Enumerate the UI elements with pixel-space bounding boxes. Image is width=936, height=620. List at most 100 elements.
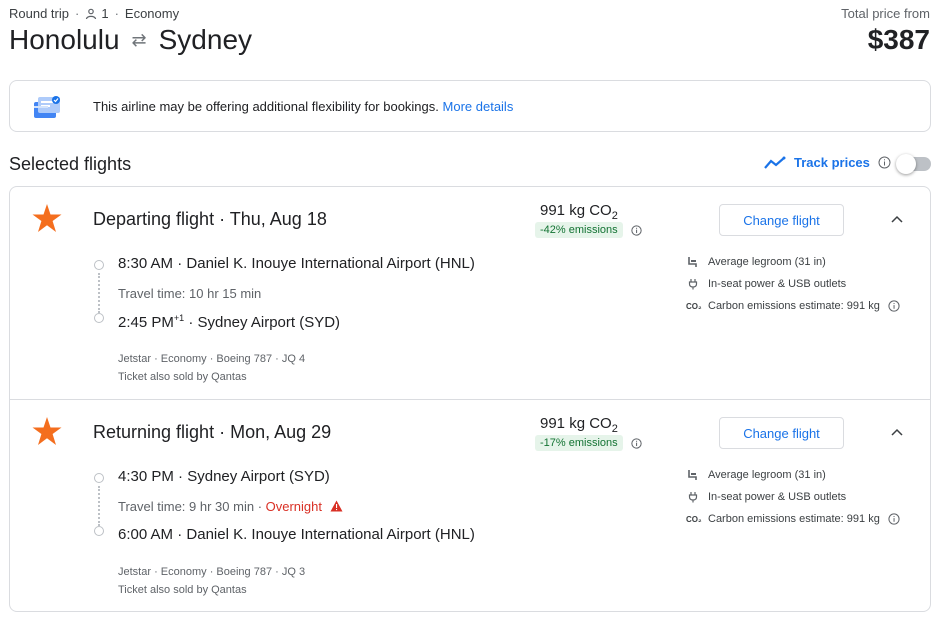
leg-label: Returning flight <box>93 422 215 442</box>
notice-message: This airline may be offering additional … <box>93 99 439 114</box>
emissions-badge: -17% emissions <box>535 435 623 451</box>
arrival-airport: Daniel K. Inouye International Airport (… <box>186 526 475 543</box>
flexibility-notice: This airline may be offering additional … <box>9 80 931 132</box>
emissions-row: -42% emissions <box>535 222 642 238</box>
travel-time: Travel time: 9 hr 30 min · Overnight <box>118 499 343 514</box>
selected-flights-card: Departing flight · Thu, Aug 18 991 kg CO… <box>9 186 931 612</box>
leg-title: Returning flight · Mon, Aug 29 <box>93 422 331 443</box>
leg-label: Departing flight <box>93 209 215 229</box>
cabin-class[interactable]: Economy <box>125 6 179 21</box>
arrival-stop: 6:00 AM · Daniel K. Inouye International… <box>118 526 475 543</box>
passenger-selector[interactable]: 1 <box>85 6 109 21</box>
emissions-badge: -42% emissions <box>535 222 623 238</box>
departure-dot <box>94 473 104 483</box>
amenity-power: In-seat power & USB outlets <box>686 278 846 290</box>
separator-dot: · <box>219 209 230 229</box>
change-flight-button[interactable]: Change flight <box>719 204 844 236</box>
arrival-dot <box>94 313 104 323</box>
arrival-stop: 2:45 PM+1 · Sydney Airport (SYD) <box>118 313 340 331</box>
section-title: Selected flights <box>9 154 132 174</box>
origin-city: Honolulu <box>9 24 120 55</box>
warning-icon <box>330 500 343 512</box>
travel-time-text: Travel time: 10 hr 15 min <box>118 286 262 301</box>
plug-icon <box>688 279 698 290</box>
seat-icon <box>688 257 697 267</box>
legroom-text: Average legroom (31 in) <box>708 469 826 481</box>
amenity-legroom: Average legroom (31 in) <box>686 256 826 268</box>
carbon-text: Carbon emissions estimate: 991 kg <box>708 300 880 312</box>
leg-date: Mon, Aug 29 <box>230 422 332 442</box>
sold-by: Ticket also sold by Qantas <box>118 584 247 596</box>
departure-airport: Sydney Airport (SYD) <box>187 468 330 485</box>
power-text: In-seat power & USB outlets <box>708 278 847 290</box>
leg-title: Departing flight · Thu, Aug 18 <box>93 209 327 230</box>
separator-dot: · <box>177 255 187 272</box>
toggle-knob <box>896 154 916 174</box>
info-icon[interactable] <box>878 156 891 169</box>
trip-type[interactable]: Round trip <box>9 6 69 21</box>
jetstar-star-icon <box>32 417 62 445</box>
arrival-time: 6:00 AM <box>118 526 174 543</box>
co2-value: 991 kg CO2 <box>540 202 618 222</box>
track-prices-label: Track prices <box>794 155 870 170</box>
co2-icon: CO₂ <box>686 301 702 311</box>
booking-flexibility-icon <box>34 96 60 118</box>
chevron-up-icon[interactable] <box>890 213 904 227</box>
trip-summary: Round trip · 1 · Economy <box>9 6 179 21</box>
seat-icon <box>688 470 697 480</box>
person-icon <box>86 8 97 19</box>
carbon-text: Carbon emissions estimate: 991 kg <box>708 513 880 525</box>
info-icon[interactable] <box>630 224 642 236</box>
arrival-dot <box>94 526 104 536</box>
info-icon[interactable] <box>888 513 900 525</box>
trend-line-icon <box>764 156 786 169</box>
departure-dot <box>94 260 104 270</box>
more-details-link[interactable]: More details <box>443 99 514 114</box>
co2-value: 991 kg CO2 <box>540 415 618 435</box>
total-price: $387 <box>867 24 930 55</box>
info-icon[interactable] <box>630 437 642 449</box>
separator-dot: · <box>177 526 187 543</box>
destination-city: Sydney <box>158 24 253 55</box>
co2-text: 991 kg CO <box>540 202 612 219</box>
separator-dot: · <box>114 6 119 21</box>
info-icon[interactable] <box>888 300 900 312</box>
departure-airport: Daniel K. Inouye International Airport (… <box>186 255 475 272</box>
departing-flight: Departing flight · Thu, Aug 18 991 kg CO… <box>10 187 930 399</box>
route-title: Honolulu ⇄ Sydney <box>9 24 252 56</box>
departure-stop: 8:30 AM · Daniel K. Inouye International… <box>118 255 475 272</box>
jetstar-star-icon <box>32 204 62 232</box>
travel-time-text: Travel time: 9 hr 30 min <box>118 499 255 514</box>
timeline-line <box>98 273 100 313</box>
track-prices[interactable]: Track prices <box>764 155 891 170</box>
co2-icon: CO₂ <box>686 514 702 524</box>
timeline-line <box>98 486 100 526</box>
track-prices-toggle[interactable] <box>896 154 931 174</box>
day-offset: +1 <box>173 313 185 323</box>
departure-time: 4:30 PM <box>118 468 174 485</box>
returning-flight: Returning flight · Mon, Aug 29 991 kg CO… <box>10 399 930 611</box>
amenity-carbon: CO₂ Carbon emissions estimate: 991 kg <box>686 513 900 525</box>
amenity-carbon: CO₂ Carbon emissions estimate: 991 kg <box>686 300 900 312</box>
leg-date: Thu, Aug 18 <box>229 209 327 229</box>
departure-stop: 4:30 PM · Sydney Airport (SYD) <box>118 468 330 485</box>
chevron-up-icon[interactable] <box>890 426 904 440</box>
separator-dot: · <box>257 499 266 514</box>
change-flight-button[interactable]: Change flight <box>719 417 844 449</box>
co2-subscript: 2 <box>611 423 618 435</box>
separator-dot: · <box>74 6 80 21</box>
total-price-label: Total price from <box>841 6 930 21</box>
co2-text: 991 kg CO <box>540 415 612 432</box>
separator-dot: · <box>178 468 188 485</box>
arrival-time: 2:45 PM <box>118 314 174 331</box>
power-text: In-seat power & USB outlets <box>708 491 847 503</box>
passenger-count: 1 <box>101 6 109 21</box>
flight-details: Jetstar · Economy · Boeing 787 · JQ 3 <box>118 566 306 578</box>
emissions-row: -17% emissions <box>535 435 642 451</box>
overnight-label: Overnight <box>265 499 323 514</box>
arrival-airport: Sydney Airport (SYD) <box>197 314 341 331</box>
amenity-legroom: Average legroom (31 in) <box>686 469 826 481</box>
amenity-power: In-seat power & USB outlets <box>686 491 846 503</box>
flight-details: Jetstar · Economy · Boeing 787 · JQ 4 <box>118 353 306 365</box>
notice-text: This airline may be offering additional … <box>93 99 513 114</box>
